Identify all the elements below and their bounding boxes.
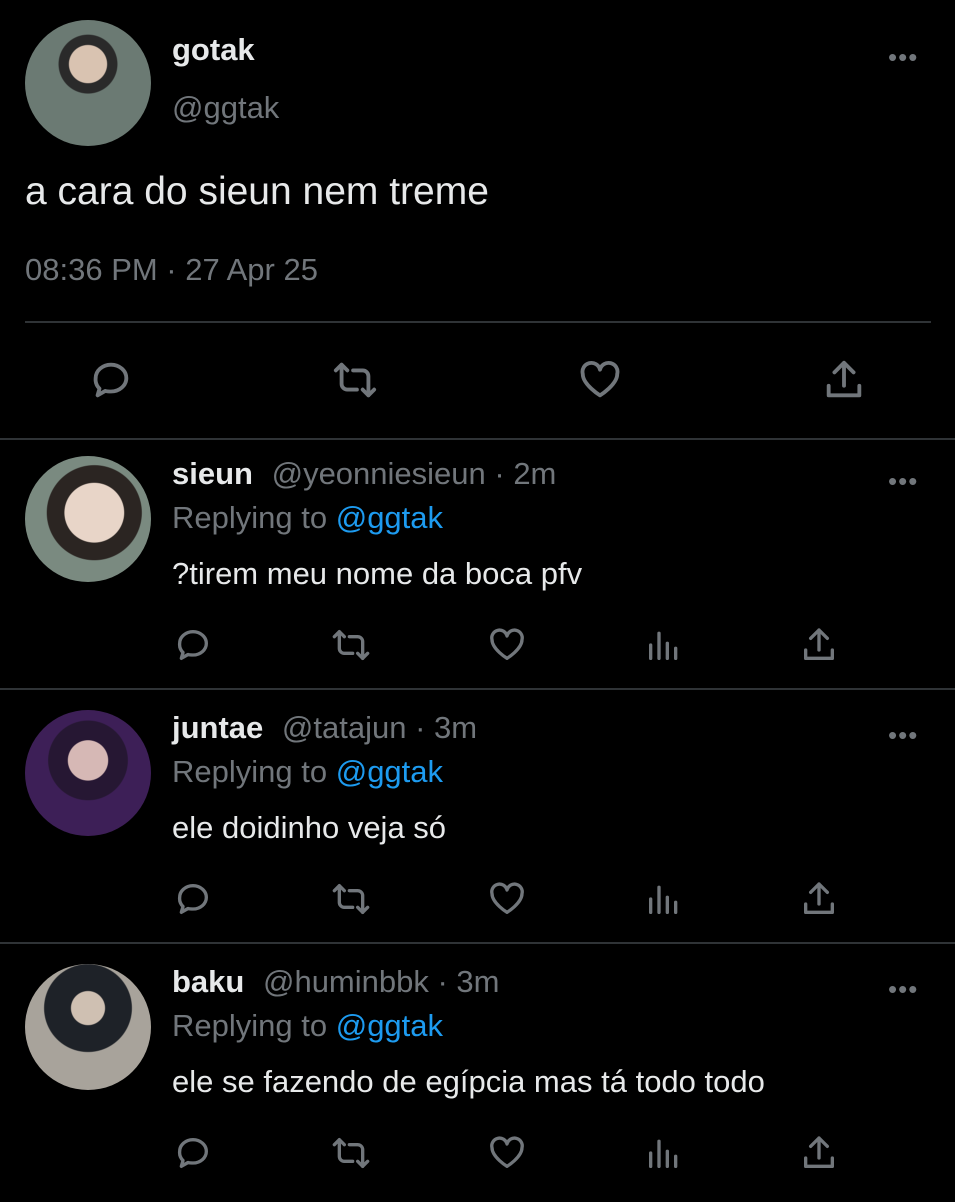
avatar[interactable]: [25, 456, 151, 582]
reply-header: juntae @tatajun · 3m: [172, 710, 477, 746]
reply-actions: [0, 1133, 955, 1179]
like-icon[interactable]: [577, 357, 623, 403]
author-display-name[interactable]: gotak: [172, 32, 255, 68]
replying-label: Replying to: [172, 754, 336, 789]
reply-text: ?tirem meu nome da boca pfv: [172, 556, 583, 591]
retweet-icon[interactable]: [331, 1133, 371, 1173]
replying-label: Replying to: [172, 500, 336, 535]
reply-text: ele se fazendo de egípcia mas tá todo to…: [172, 1064, 765, 1099]
like-icon[interactable]: [487, 879, 527, 919]
reply-time: · 3m: [406, 710, 478, 745]
avatar[interactable]: [25, 710, 151, 836]
retweet-icon[interactable]: [331, 879, 371, 919]
reply-tweet[interactable]: sieun @yeonniesieun · 2m ••• Replying to…: [0, 440, 955, 694]
author-handle[interactable]: @yeonniesieun: [272, 456, 486, 491]
more-icon[interactable]: •••: [888, 976, 918, 1002]
reply-icon[interactable]: [88, 357, 134, 403]
avatar[interactable]: [25, 20, 151, 146]
author-handle[interactable]: @huminbbk: [263, 964, 429, 999]
reply-actions: [0, 879, 955, 925]
retweet-icon[interactable]: [331, 625, 371, 665]
reply-time: · 2m: [485, 456, 557, 491]
like-icon[interactable]: [487, 1133, 527, 1173]
author-display-name[interactable]: sieun: [172, 456, 253, 491]
divider: [0, 688, 955, 690]
reply-icon[interactable]: [173, 1133, 213, 1173]
replying-to: Replying to @ggtak: [172, 500, 443, 536]
divider: [0, 942, 955, 944]
reply-tweet[interactable]: juntae @tatajun · 3m ••• Replying to @gg…: [0, 694, 955, 948]
avatar[interactable]: [25, 964, 151, 1090]
author-display-name[interactable]: baku: [172, 964, 244, 999]
replying-label: Replying to: [172, 1008, 336, 1043]
share-icon[interactable]: [821, 357, 867, 403]
author-display-name[interactable]: juntae: [172, 710, 263, 745]
more-icon[interactable]: •••: [888, 468, 918, 494]
reply-text: ele doidinho veja só: [172, 810, 447, 845]
tweet-text: a cara do sieun nem treme: [25, 170, 489, 213]
replying-to: Replying to @ggtak: [172, 1008, 443, 1044]
mention-link[interactable]: @ggtak: [336, 1008, 443, 1043]
author-handle[interactable]: @tatajun: [282, 710, 407, 745]
share-icon[interactable]: [799, 1133, 839, 1173]
analytics-icon[interactable]: [644, 625, 684, 665]
reply-icon[interactable]: [173, 625, 213, 665]
analytics-icon[interactable]: [644, 879, 684, 919]
more-icon[interactable]: •••: [888, 44, 918, 70]
divider: [25, 321, 931, 323]
more-icon[interactable]: •••: [888, 722, 918, 748]
share-icon[interactable]: [799, 625, 839, 665]
tweet-timestamp[interactable]: 08:36 PM · 27 Apr 25: [25, 252, 318, 288]
reply-icon[interactable]: [173, 879, 213, 919]
replying-to: Replying to @ggtak: [172, 754, 443, 790]
reply-header: sieun @yeonniesieun · 2m: [172, 456, 556, 492]
retweet-icon[interactable]: [332, 357, 378, 403]
mention-link[interactable]: @ggtak: [336, 500, 443, 535]
tweet-actions: [0, 352, 955, 412]
main-tweet: gotak @ggtak ••• a cara do sieun nem tre…: [0, 0, 955, 440]
reply-actions: [0, 625, 955, 671]
like-icon[interactable]: [487, 625, 527, 665]
mention-link[interactable]: @ggtak: [336, 754, 443, 789]
reply-time: · 3m: [428, 964, 500, 999]
reply-header: baku @huminbbk · 3m: [172, 964, 500, 1000]
author-handle[interactable]: @ggtak: [172, 90, 279, 126]
analytics-icon[interactable]: [644, 1133, 684, 1173]
share-icon[interactable]: [799, 879, 839, 919]
reply-tweet[interactable]: baku @huminbbk · 3m ••• Replying to @ggt…: [0, 948, 955, 1202]
